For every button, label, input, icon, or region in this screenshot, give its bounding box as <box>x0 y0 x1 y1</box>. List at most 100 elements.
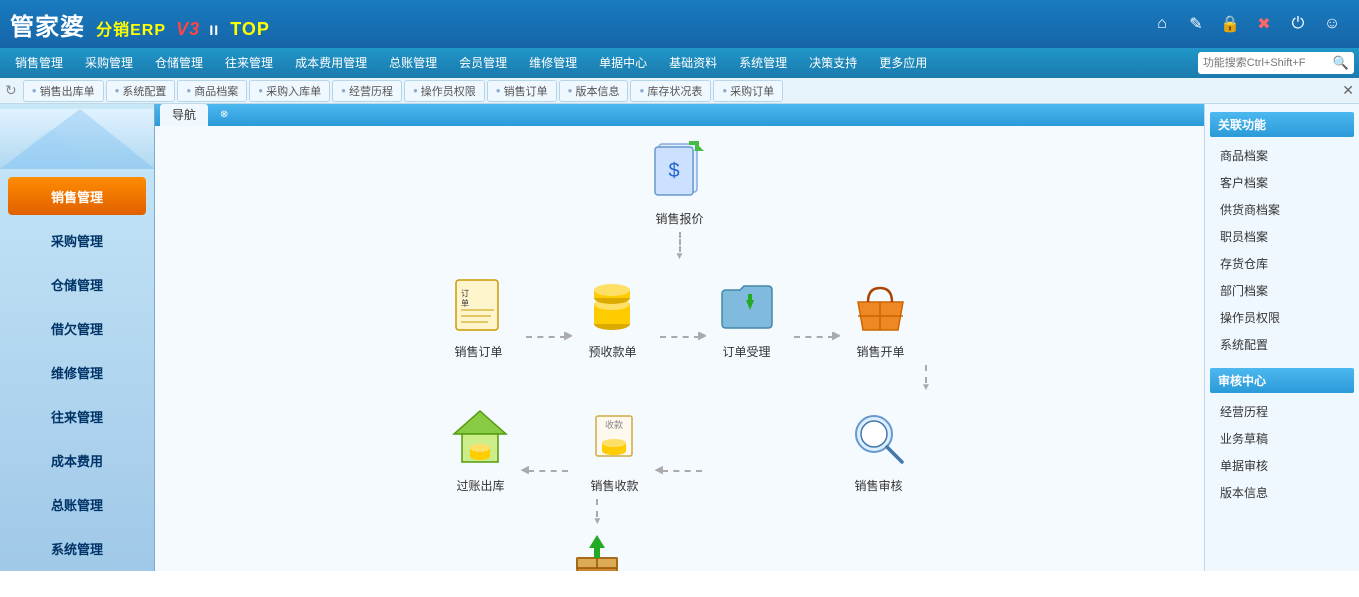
link-warehouse[interactable]: 存货仓库 <box>1210 250 1354 277</box>
nav-transactions[interactable]: 往来管理 <box>215 49 283 77</box>
order-receive-icon <box>712 269 782 339</box>
arrow-collect-to-postout: ◀ <box>528 470 568 472</box>
sidebar-item-purchase[interactable]: 采购管理 <box>8 221 146 259</box>
related-functions-title: 关联功能 <box>1210 112 1354 137</box>
nav-more[interactable]: 更多应用 <box>869 49 937 77</box>
tab-purchase-inbound[interactable]: 采购入库单 <box>249 80 330 102</box>
collect-label: 销售收款 <box>590 477 638 494</box>
node-sales-order[interactable]: 订 单 销售订单 <box>434 269 524 360</box>
node-open-order[interactable]: 销售开单 <box>836 269 926 360</box>
nav-cost[interactable]: 成本费用管理 <box>285 49 377 77</box>
link-customer-file[interactable]: 客户档案 <box>1210 169 1354 196</box>
account-icon[interactable]: ☺ <box>1320 12 1344 36</box>
sidebar: 销售管理 采购管理 仓储管理 借欠管理 维修管理 往来管理 成本费用 总账管理 … <box>0 104 155 571</box>
link-voucher-audit[interactable]: 单据审核 <box>1210 452 1354 479</box>
sidebar-item-warehouse[interactable]: 仓储管理 <box>8 265 146 303</box>
nav-basic[interactable]: 基础资料 <box>659 49 727 77</box>
nav-system[interactable]: 系统管理 <box>729 49 797 77</box>
tab-sales-order[interactable]: 销售订单 <box>487 80 557 102</box>
link-supplier-file[interactable]: 供货商档案 <box>1210 196 1354 223</box>
link-staff-file[interactable]: 职员档案 <box>1210 223 1354 250</box>
link-dept-file[interactable]: 部门档案 <box>1210 277 1354 304</box>
audit-center-title: 审核中心 <box>1210 368 1354 393</box>
sidebar-item-system[interactable]: 系统管理 <box>8 529 146 567</box>
svg-text:收款: 收款 <box>605 419 623 430</box>
search-box[interactable]: 🔍 <box>1198 52 1354 74</box>
node-audit[interactable]: 销售审核 <box>834 403 924 494</box>
tab-business-history[interactable]: 经营历程 <box>332 80 402 102</box>
svg-text:订: 订 <box>461 288 469 298</box>
tab-sales-outbound[interactable]: 销售出库单 <box>23 80 104 102</box>
node-post-out[interactable]: 过账出库 <box>436 403 526 494</box>
collect-icon: 收款 <box>580 403 650 473</box>
post-out-label: 过账出库 <box>456 477 504 494</box>
tabs-bar: ↻ 销售出库单 系统配置 商品档案 采购入库单 经营历程 操作员权限 销售订单 … <box>0 78 1359 104</box>
prepay-label: 预收款单 <box>588 343 636 360</box>
nav-tab-close[interactable]: ⊗ <box>208 104 240 126</box>
nav-purchase[interactable]: 采购管理 <box>75 49 143 77</box>
tab-system-config[interactable]: 系统配置 <box>106 80 176 102</box>
header: 管家婆 分销ERP V3 II TOP ⌂ ✎ 🔒 ✖ ⏻ ☺ <box>0 0 1359 48</box>
link-version-info[interactable]: 版本信息 <box>1210 479 1354 506</box>
nav-ledger[interactable]: 总账管理 <box>379 49 447 77</box>
node-prepay[interactable]: 预收款单 <box>568 269 658 360</box>
sidebar-item-repair[interactable]: 维修管理 <box>8 353 146 391</box>
refresh-icon[interactable]: ↻ <box>5 82 17 99</box>
link-draft[interactable]: 业务草稿 <box>1210 425 1354 452</box>
nav-sales[interactable]: 销售管理 <box>5 49 73 77</box>
nav-member[interactable]: 会员管理 <box>449 49 517 77</box>
close-all-tabs-button[interactable]: ✕ <box>1342 82 1354 99</box>
node-collect[interactable]: 收款 销售收款 <box>570 403 660 494</box>
main: 销售管理 采购管理 仓储管理 借欠管理 维修管理 往来管理 成本费用 总账管理 … <box>0 104 1359 571</box>
link-operator-perm[interactable]: 操作员权限 <box>1210 304 1354 331</box>
search-input[interactable] <box>1203 57 1333 69</box>
return-icon <box>562 527 632 571</box>
tab-version-info[interactable]: 版本信息 <box>559 80 629 102</box>
sidebar-item-debt[interactable]: 借欠管理 <box>8 309 146 347</box>
close-circle-icon[interactable]: ✖ <box>1252 12 1276 36</box>
arrow-order-to-prepay: ▶ <box>526 336 566 338</box>
logo: 管家婆 分销ERP V3 II TOP <box>10 7 270 42</box>
logo-main: 管家婆 <box>10 14 85 41</box>
lock-icon[interactable]: 🔒 <box>1218 12 1242 36</box>
search-icon[interactable]: 🔍 <box>1333 55 1349 71</box>
nav-repair[interactable]: 维修管理 <box>519 49 587 77</box>
open-order-label: 销售开单 <box>856 343 904 360</box>
tab-purchase-order[interactable]: 采购订单 <box>713 80 783 102</box>
logo-top: TOP <box>230 19 270 39</box>
arrow-receive-to-open: ▶ <box>794 336 834 338</box>
link-business-history[interactable]: 经营历程 <box>1210 398 1354 425</box>
svg-text:单: 单 <box>461 298 469 308</box>
audit-icon <box>844 403 914 473</box>
nav-voucher[interactable]: 单据中心 <box>589 49 657 77</box>
nav-decision[interactable]: 决策支持 <box>799 49 867 77</box>
node-return[interactable]: 销售退货 <box>552 527 642 571</box>
workflow-row1: 订 单 销售订单 ▶ <box>434 269 926 360</box>
tab-operator-perm[interactable]: 操作员权限 <box>404 80 485 102</box>
node-order-receive[interactable]: 订单受理 <box>702 269 792 360</box>
sales-quote-label: 销售报价 <box>655 210 703 227</box>
power-icon[interactable]: ⏻ <box>1286 12 1310 36</box>
nav-tab-navigation[interactable]: 导航 <box>160 104 208 126</box>
workflow-row2: 过账出库 ◀ 收款 <box>436 403 924 494</box>
logo-ii: II <box>209 22 219 38</box>
sales-order-icon: 订 单 <box>444 269 514 339</box>
node-sales-quote[interactable]: $ 销售报价 <box>635 136 725 227</box>
link-system-config[interactable]: 系统配置 <box>1210 331 1354 358</box>
tab-goods-file[interactable]: 商品档案 <box>177 80 247 102</box>
nav-warehouse[interactable]: 仓储管理 <box>145 49 213 77</box>
header-icons: ⌂ ✎ 🔒 ✖ ⏻ ☺ <box>1150 12 1344 36</box>
link-goods-file[interactable]: 商品档案 <box>1210 142 1354 169</box>
sidebar-item-cost[interactable]: 成本费用 <box>8 441 146 479</box>
home-icon[interactable]: ⌂ <box>1150 12 1174 36</box>
workflow-area: $ 销售报价 ▼ <box>155 126 1204 571</box>
sidebar-item-sales[interactable]: 销售管理 <box>8 177 146 215</box>
user-icon[interactable]: ✎ <box>1184 12 1208 36</box>
sidebar-item-ledger[interactable]: 总账管理 <box>8 485 146 523</box>
sidebar-item-transactions[interactable]: 往来管理 <box>8 397 146 435</box>
content: 导航 ⊗ $ <box>155 104 1204 571</box>
logo-sub: 分销ERP <box>96 22 166 39</box>
arrow-prepay-to-receive: ▶ <box>660 336 700 338</box>
tab-inventory-status[interactable]: 库存状况表 <box>630 80 711 102</box>
sales-order-label: 销售订单 <box>454 343 502 360</box>
